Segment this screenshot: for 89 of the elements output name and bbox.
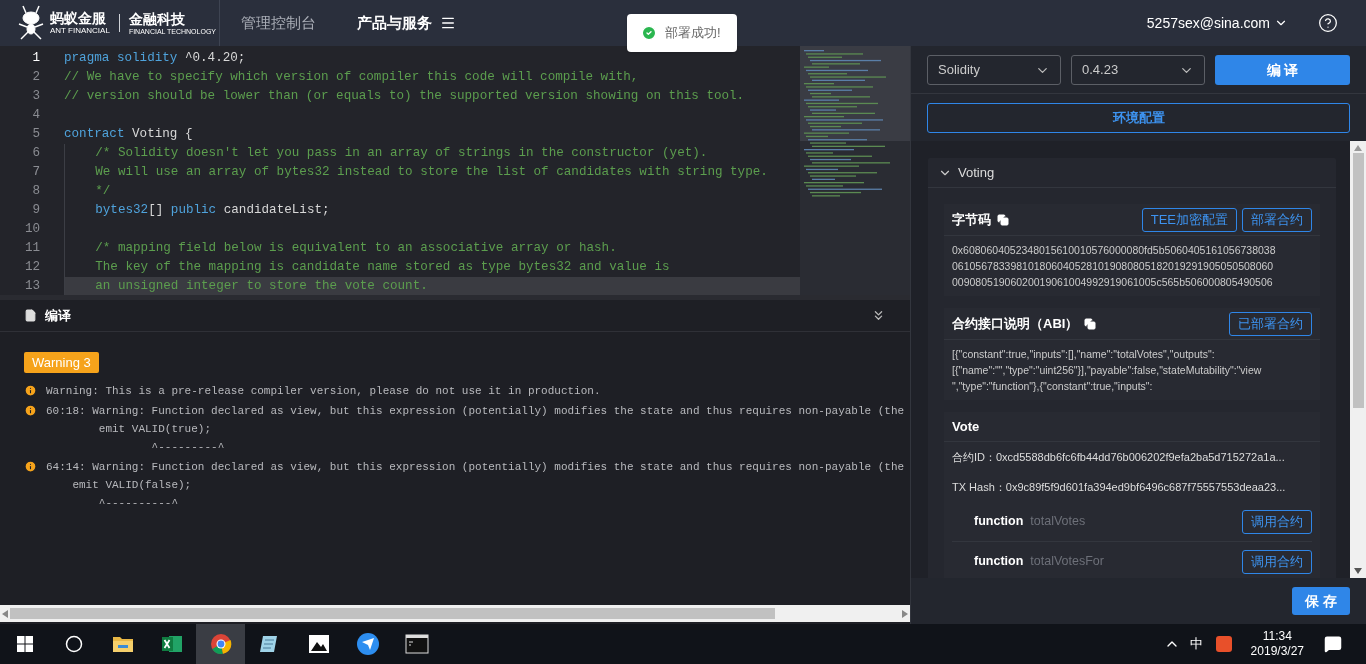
code-line: an unsigned integer to store the vote count. xyxy=(94,278,428,295)
section-title: 合约接口说明（ABI） xyxy=(952,314,1079,333)
scroll-right-icon[interactable] xyxy=(902,609,908,618)
code-line: /* mapping field below is equivalent to an associative array or hash. xyxy=(94,240,617,258)
field-label: 合约ID： xyxy=(952,449,996,465)
warning-icon xyxy=(24,460,37,473)
notification-icon[interactable] xyxy=(1324,635,1342,653)
language-select[interactable]: Solidity xyxy=(927,55,1061,85)
call-contract-button[interactable]: 调用合约 xyxy=(1242,509,1312,534)
compile-button[interactable]: 编 译 xyxy=(1215,55,1350,85)
line-number: 4 xyxy=(31,107,41,125)
outline-button[interactable]: 部署合约 xyxy=(1242,207,1312,232)
warning-icon xyxy=(24,404,37,417)
file-icon xyxy=(24,309,37,322)
code-line: bytes32[] public candidateList; xyxy=(94,202,330,220)
line-number: 11 xyxy=(23,240,41,258)
code-line: // We have to specify which version of compiler this code will compile with, xyxy=(64,69,639,87)
line-number: 5 xyxy=(31,126,41,144)
contract-header[interactable]: Voting xyxy=(928,158,1336,188)
line-number: 12 xyxy=(23,259,41,277)
warning-message: 64:14: Warning: Function declared as view, but this expression (potentially) modifies the state and thus requires non-payable (the emit VALID(false); ^----------^ xyxy=(46,460,905,511)
function-name: totalVotes xyxy=(1030,513,1086,531)
ant-logo-icon xyxy=(16,5,46,41)
function-keyword: function xyxy=(974,553,1024,571)
code-line: pragma solidity ^0.4.20; xyxy=(64,50,246,68)
search-circle-icon xyxy=(64,635,83,653)
help-icon[interactable] xyxy=(1318,13,1338,33)
scroll-down-icon[interactable] xyxy=(1354,568,1362,574)
warning-message: Warning: This is a pre-release compiler version, please do not use it in production. xyxy=(46,384,601,399)
copy-icon[interactable] xyxy=(997,213,1009,226)
line-number: 13 xyxy=(23,278,41,295)
bird-icon xyxy=(355,632,380,656)
line-number: 9 xyxy=(31,202,41,220)
spreadsheet-icon xyxy=(160,634,183,654)
product-name: 金融科技 xyxy=(128,11,186,26)
line-number: 1 xyxy=(31,50,41,68)
terminal-icon xyxy=(404,634,429,654)
code-line: The key of the mapping is candidate name stored as type bytes32 and value is xyxy=(94,259,670,277)
nav-link[interactable]: 管理控制台 xyxy=(241,11,316,35)
input-method-indicator[interactable]: 中 xyxy=(1189,634,1203,654)
line-number: 10 xyxy=(23,221,41,239)
outline-button[interactable]: 已部署合约 xyxy=(1229,311,1312,336)
call-contract-button[interactable]: 调用合约 xyxy=(1242,549,1312,574)
user-menu[interactable]: 5257sex@sina.com xyxy=(1146,12,1288,34)
field-value: 0xcd5588db6fc6fb44dd76b006202f9efa2ba5d715272a1a... xyxy=(996,449,1285,465)
warning-icon xyxy=(24,384,37,397)
scroll-left-icon[interactable] xyxy=(2,609,8,618)
code-line: // version should be lower than (or equals to) the supported version showing on this tool. xyxy=(64,88,745,106)
version-select[interactable]: 0.4.23 xyxy=(1071,55,1205,85)
environment-config-button[interactable]: 环境配置 xyxy=(927,103,1350,133)
horizontal-scrollbar[interactable] xyxy=(0,605,910,622)
code-line: /* Solidity doesn't let you pass in an array of strings in the constructor (yet). xyxy=(94,145,708,163)
save-button[interactable]: 保 存 xyxy=(1292,587,1350,615)
warning-message: 60:18: Warning: Function declared as view, but this expression (potentially) modifies the state and thus requires non-payable (the emit VALID(true); ^---------^ xyxy=(46,404,905,455)
copy-icon[interactable] xyxy=(1084,317,1097,330)
logo-subtitle: ANT FINANCIAL xyxy=(50,27,110,35)
field-value: 0x9c89f5f9d601fa394ed9bf6496c687f75557553deaa23... xyxy=(1005,479,1286,495)
line-number: 8 xyxy=(31,183,41,201)
toast-message: 部署成功! xyxy=(665,24,721,43)
function-keyword: function xyxy=(974,513,1024,531)
line-number: 6 xyxy=(31,145,41,163)
line-number: 7 xyxy=(31,164,41,182)
abi-text: [{"constant":true,"inputs":[],"name":"totalVotes","outputs": [{"name":"","type":"uint256"}],"payable":false,"stateMutability":"view ","type":"function"},{"constant":true,"inputs": xyxy=(951,347,1263,394)
outline-button[interactable]: TEE加密配置 xyxy=(1141,207,1237,232)
field-label: TX Hash： xyxy=(952,479,1006,495)
section-title: 字节码 xyxy=(952,210,991,229)
browser-icon xyxy=(209,633,232,655)
line-number: 2 xyxy=(31,69,41,87)
function-name: totalVotesFor xyxy=(1030,553,1104,571)
vertical-scrollbar[interactable] xyxy=(1350,141,1366,578)
image-icon xyxy=(307,634,330,654)
clock-time: 11:34 xyxy=(1262,629,1292,644)
logo-name: 蚂蚁金服 xyxy=(50,11,107,25)
line-number: 3 xyxy=(31,88,41,106)
windows-logo-icon xyxy=(16,636,33,652)
check-icon xyxy=(641,25,657,41)
folder-icon xyxy=(111,635,134,653)
code-line: */ xyxy=(94,183,111,201)
input-method-icon[interactable] xyxy=(1214,635,1233,653)
taskbar-button[interactable] xyxy=(196,624,245,664)
menu-icon[interactable] xyxy=(440,15,456,31)
bytecode-text: 0x6080604052348015610010576000080fd5b5060405161056738038 0610567833981018060405281019080805182019291905050508060 00908051906020019061004992919061005c565b506000805490506 xyxy=(951,243,1277,290)
section-title: Vote xyxy=(952,417,980,436)
warning-count-badge: Warning 3 xyxy=(24,352,99,373)
panel-title: 编译 xyxy=(45,306,71,325)
code-line: contract Voting { xyxy=(64,126,193,144)
clock-date: 2019/3/27 xyxy=(1250,644,1304,659)
code-line: We will use an array of bytes32 instead to store the list of candidates with string type. xyxy=(94,164,768,182)
nav-link[interactable]: 产品与服务 xyxy=(357,11,432,35)
